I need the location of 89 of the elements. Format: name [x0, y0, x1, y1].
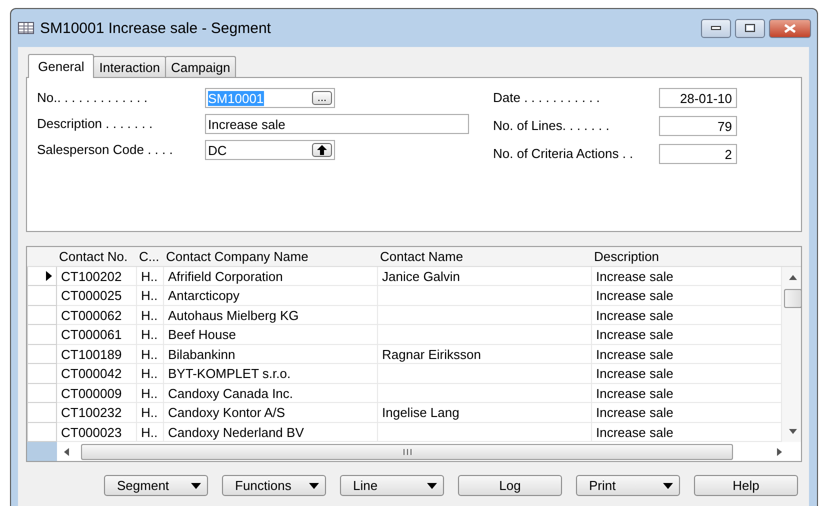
action-button[interactable]: Log	[458, 475, 562, 496]
table-cell: H..	[137, 286, 164, 306]
column-header[interactable]: Description	[592, 247, 782, 266]
scroll-thumb[interactable]	[81, 444, 733, 460]
table-cell: Beef House	[164, 325, 378, 344]
grip-icon	[402, 448, 412, 454]
field-label: Description . . . . . . .	[37, 115, 154, 133]
table-cell: Increase sale	[592, 286, 782, 306]
column-header[interactable]: Contact Company Name	[164, 247, 378, 266]
column-header[interactable]: Contact Name	[378, 247, 592, 266]
field-label: No. of Lines. . . . . . .	[493, 117, 610, 135]
table-cell: Increase sale	[592, 266, 782, 286]
caret-icon	[663, 482, 673, 488]
column-header[interactable]: Contact No.	[57, 247, 137, 266]
table-cell: CT000025	[57, 286, 137, 306]
table-cell: H..	[137, 422, 164, 442]
table-cell: Ragnar Eiriksson	[378, 344, 592, 364]
drilldown-button[interactable]	[312, 143, 332, 157]
table-cell: H..	[137, 403, 164, 422]
table-cell: Increase sale	[592, 422, 782, 442]
table-cell: CT100202	[57, 266, 137, 286]
table-cell: H..	[137, 364, 164, 384]
table-cell: Ingelise Lang	[378, 403, 592, 422]
column-header[interactable]: C...	[137, 247, 164, 266]
current-row-icon	[46, 270, 52, 281]
table-cell: CT000061	[57, 325, 137, 344]
table-cell: Increase sale	[592, 344, 782, 364]
table-cell: CT000042	[57, 364, 137, 384]
table-cell: Candoxy Canada Inc.	[164, 384, 378, 403]
table-cell: H..	[137, 325, 164, 344]
table-cell: BYT-KOMPLET s.r.o.	[164, 364, 378, 384]
minimize-button[interactable]	[701, 18, 731, 38]
table-cell: CT100189	[57, 344, 137, 364]
action-button[interactable]: Functions	[222, 475, 326, 496]
input-field[interactable]: DC	[205, 140, 335, 160]
table-cell: Janice Galvin	[378, 266, 592, 286]
table-cell: H..	[137, 384, 164, 403]
up-arrow-icon	[317, 145, 327, 155]
table-icon	[18, 22, 34, 34]
table-cell: Increase sale	[592, 384, 782, 403]
scroll-up-icon[interactable]	[789, 274, 797, 280]
table-cell: H..	[137, 266, 164, 286]
table-cell: H..	[137, 306, 164, 325]
field-label: No. of Criteria Actions . .	[493, 145, 634, 163]
table-cell: Autohaus Mielberg KG	[164, 306, 378, 325]
input-field[interactable]: Increase sale	[205, 114, 469, 134]
tab[interactable]: Interaction	[93, 56, 166, 77]
scrollbar-corner	[27, 442, 57, 461]
table-cell: Bilabankinn	[164, 344, 378, 364]
tab[interactable]: General	[28, 54, 94, 78]
action-button[interactable]: Segment	[104, 475, 208, 496]
table-cell: Antarcticopy	[164, 286, 378, 306]
tab[interactable]: Campaign	[164, 56, 236, 77]
field-label: Date . . . . . . . . . . .	[493, 89, 601, 107]
field-label: No.. . . . . . . . . . . . .	[37, 89, 149, 107]
minimize-icon	[711, 26, 721, 30]
lookup-button[interactable]: ...	[312, 91, 332, 105]
table-cell: CT100232	[57, 403, 137, 422]
input-field[interactable]: 79	[659, 116, 737, 136]
input-field[interactable]: 2	[659, 144, 737, 164]
table-cell: Increase sale	[592, 325, 782, 344]
input-field[interactable]: 28-01-10	[659, 88, 737, 108]
vertical-scrollbar[interactable]	[782, 266, 801, 442]
action-button[interactable]: Line	[340, 475, 444, 496]
close-icon	[784, 24, 796, 32]
table-cell: Increase sale	[592, 306, 782, 325]
window-title: SM10001 Increase sale - Segment	[40, 20, 271, 36]
table-cell: Increase sale	[592, 403, 782, 422]
maximize-icon	[745, 24, 755, 32]
caret-icon	[427, 482, 437, 488]
table-cell: CT000062	[57, 306, 137, 325]
caret-icon	[309, 482, 319, 488]
scroll-down-icon[interactable]	[789, 429, 797, 434]
table-cell: CT000009	[57, 384, 137, 403]
table-cell: H..	[137, 344, 164, 364]
row-selector[interactable]	[27, 266, 57, 286]
caret-icon	[191, 482, 201, 488]
table-cell: Candoxy Kontor A/S	[164, 403, 378, 422]
table-cell: Candoxy Nederland BV	[164, 422, 378, 442]
table-cell: CT000023	[57, 422, 137, 442]
field-label: Salesperson Code . . . .	[37, 141, 174, 159]
scroll-thumb[interactable]	[784, 288, 801, 308]
maximize-button[interactable]	[735, 18, 765, 38]
table-cell: Afrifield Corporation	[164, 266, 378, 286]
input-field[interactable]: SM10001 ...	[205, 88, 335, 108]
close-button[interactable]	[769, 18, 811, 38]
table-cell: Increase sale	[592, 364, 782, 384]
action-button[interactable]: Print	[576, 475, 680, 496]
action-button[interactable]: Help	[694, 475, 798, 496]
